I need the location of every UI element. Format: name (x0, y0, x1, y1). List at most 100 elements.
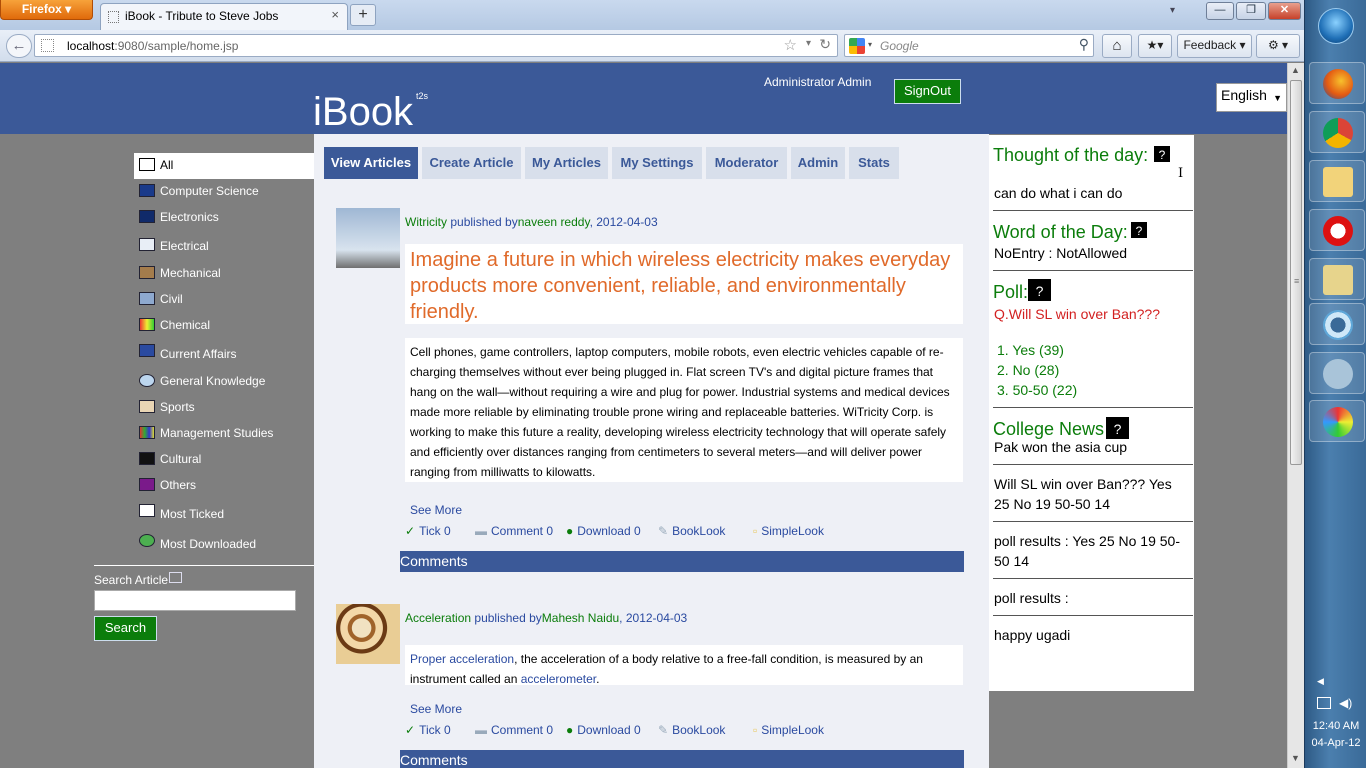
tab-admin[interactable]: Admin (791, 147, 845, 179)
tab-stats[interactable]: Stats (849, 147, 899, 179)
tray-expand-icon[interactable]: ◀ (1317, 676, 1324, 687)
taskbar-explorer[interactable] (1309, 160, 1365, 202)
search-button[interactable]: Search (94, 616, 157, 641)
article-author-link[interactable]: naveen reddy (518, 215, 590, 229)
search-article-input[interactable] (94, 590, 296, 611)
article-thumbnail[interactable] (336, 604, 400, 664)
category-electrical[interactable]: Electrical (134, 231, 314, 261)
category-most-downloaded[interactable]: Most Downloaded (134, 529, 314, 559)
category-electronics[interactable]: Electronics (134, 205, 314, 231)
taskbar-chrome[interactable] (1309, 111, 1365, 153)
browser-navbar: ← localhost:9080/sample/home.jsp ☆ ▾ ↻ ▾… (0, 30, 1304, 62)
taskbar-network[interactable] (1309, 258, 1365, 300)
taskbar-app2[interactable] (1309, 352, 1365, 394)
tab-view-articles[interactable]: View Articles (324, 147, 418, 179)
network-tray-icon[interactable] (1317, 697, 1331, 709)
url-bar[interactable]: localhost:9080/sample/home.jsp ☆ ▾ ↻ (34, 34, 838, 57)
taskbar-firefox[interactable] (1309, 62, 1365, 104)
article-title-link[interactable]: Witricity (405, 215, 447, 229)
back-button[interactable]: ← (6, 34, 32, 58)
scrollbar-thumb[interactable]: ≡ (1290, 80, 1302, 465)
tab-close-icon[interactable]: × (331, 7, 339, 22)
comment-button[interactable]: ▬ Comment 0 (475, 524, 553, 538)
poll-option[interactable]: 3. 50-50 (22) (997, 380, 1077, 400)
start-button[interactable] (1318, 8, 1354, 44)
scroll-up-arrow-icon[interactable]: ▲ (1291, 65, 1300, 75)
new-tab-button[interactable]: + (350, 4, 376, 26)
help-icon[interactable]: ? (1153, 145, 1171, 163)
url-history-dropdown-icon[interactable]: ▾ (806, 38, 811, 49)
booklook-button[interactable]: ✎ BookLook (658, 524, 725, 538)
category-management-studies[interactable]: Management Studies (134, 421, 314, 447)
poll-option[interactable]: 2. No (28) (997, 360, 1059, 380)
proper-acceleration-link[interactable]: Proper acceleration (410, 652, 514, 666)
download-button[interactable]: ● Download 0 (566, 524, 641, 538)
home-button[interactable]: ⌂ (1102, 34, 1132, 58)
help-icon[interactable]: ? (1130, 221, 1148, 239)
volume-tray-icon[interactable]: ◀) (1339, 696, 1352, 710)
reload-icon[interactable]: ↻ (819, 36, 831, 53)
category-cultural[interactable]: Cultural (134, 447, 314, 473)
comments-bar[interactable]: Comments (400, 551, 964, 572)
language-select[interactable]: English ▼ (1216, 83, 1287, 112)
tab-create-article[interactable]: Create Article (422, 147, 521, 179)
window-restore-button[interactable]: ❐ (1236, 2, 1266, 20)
category-chemical[interactable]: Chemical (134, 313, 314, 339)
clock-time[interactable]: 12:40 AM (1305, 720, 1366, 732)
see-more-link[interactable]: See More (410, 503, 462, 517)
article-thumbnail[interactable] (336, 208, 400, 268)
bookmark-star-icon[interactable]: ☆ (784, 36, 797, 54)
search-bar[interactable]: ▾ Google ⚲ (844, 34, 1094, 57)
category-mechanical[interactable]: Mechanical (134, 261, 314, 287)
category-computer-science[interactable]: Computer Science (134, 179, 314, 205)
category-label: Most Ticked (160, 507, 225, 521)
comment-button[interactable]: ▬ Comment 0 (475, 723, 553, 737)
category-current-affairs[interactable]: Current Affairs (134, 339, 314, 369)
category-sports[interactable]: Sports (134, 395, 314, 421)
article-author-link[interactable]: Mahesh Naidu (542, 611, 619, 625)
tab-my-settings[interactable]: My Settings (612, 147, 702, 179)
category-all[interactable]: All (134, 153, 314, 179)
window-close-button[interactable]: ✕ (1268, 2, 1301, 20)
poll-option[interactable]: 1. Yes (39) (997, 340, 1064, 360)
bookmarks-button[interactable]: ★▾ (1138, 34, 1172, 58)
tick-button[interactable]: ✓ Tick 0 (405, 524, 451, 538)
article-title-link[interactable]: Acceleration (405, 611, 471, 625)
google-icon[interactable] (849, 38, 865, 54)
taskbar-paint[interactable] (1309, 400, 1365, 442)
browser-tab[interactable]: iBook - Tribute to Steve Jobs × (100, 3, 348, 30)
search-go-icon[interactable]: ⚲ (1079, 36, 1089, 53)
signout-button[interactable]: SignOut (894, 79, 961, 104)
url-text[interactable]: localhost:9080/sample/home.jsp (67, 39, 238, 53)
tab-my-articles[interactable]: My Articles (525, 147, 608, 179)
tick-button[interactable]: ✓ Tick 0 (405, 723, 451, 737)
list-tabs-icon[interactable]: ▾ (1170, 5, 1175, 16)
category-general-knowledge[interactable]: General Knowledge (134, 369, 314, 395)
simplelook-button[interactable]: ▫ SimpleLook (753, 723, 824, 737)
help-icon[interactable]: ? (1027, 278, 1052, 302)
poll-title: Poll: (993, 282, 1029, 302)
plugin-button[interactable]: ⚙ ▾ (1256, 34, 1300, 58)
search-engine-dropdown-icon[interactable]: ▾ (868, 40, 872, 49)
accelerometer-link[interactable]: accelerometer (521, 672, 596, 686)
booklook-button[interactable]: ✎ BookLook (658, 723, 725, 737)
taskbar-app[interactable] (1309, 303, 1365, 345)
download-button[interactable]: ● Download 0 (566, 723, 641, 737)
scroll-down-arrow-icon[interactable]: ▼ (1291, 753, 1300, 763)
window-minimize-button[interactable]: — (1206, 2, 1234, 20)
page-content: iBook t2s Administrator Admin SignOut En… (0, 63, 1287, 768)
firefox-menu-button[interactable]: Firefox ▾ (0, 0, 93, 20)
tab-moderator[interactable]: Moderator (706, 147, 787, 179)
site-logo[interactable]: iBook (313, 90, 413, 135)
simplelook-button[interactable]: ▫ SimpleLook (753, 524, 824, 538)
page-scrollbar[interactable]: ▲ ≡ ▼ (1287, 63, 1304, 768)
category-others[interactable]: Others (134, 473, 314, 499)
feedback-button[interactable]: Feedback ▾ (1177, 34, 1252, 58)
site-identity-icon[interactable] (41, 39, 54, 52)
clock-date[interactable]: 04-Apr-12 (1305, 737, 1366, 749)
category-civil[interactable]: Civil (134, 287, 314, 313)
category-most-ticked[interactable]: Most Ticked (134, 499, 314, 529)
comments-bar[interactable]: Comments (400, 750, 964, 768)
see-more-link[interactable]: See More (410, 702, 462, 716)
taskbar-opera[interactable] (1309, 209, 1365, 251)
